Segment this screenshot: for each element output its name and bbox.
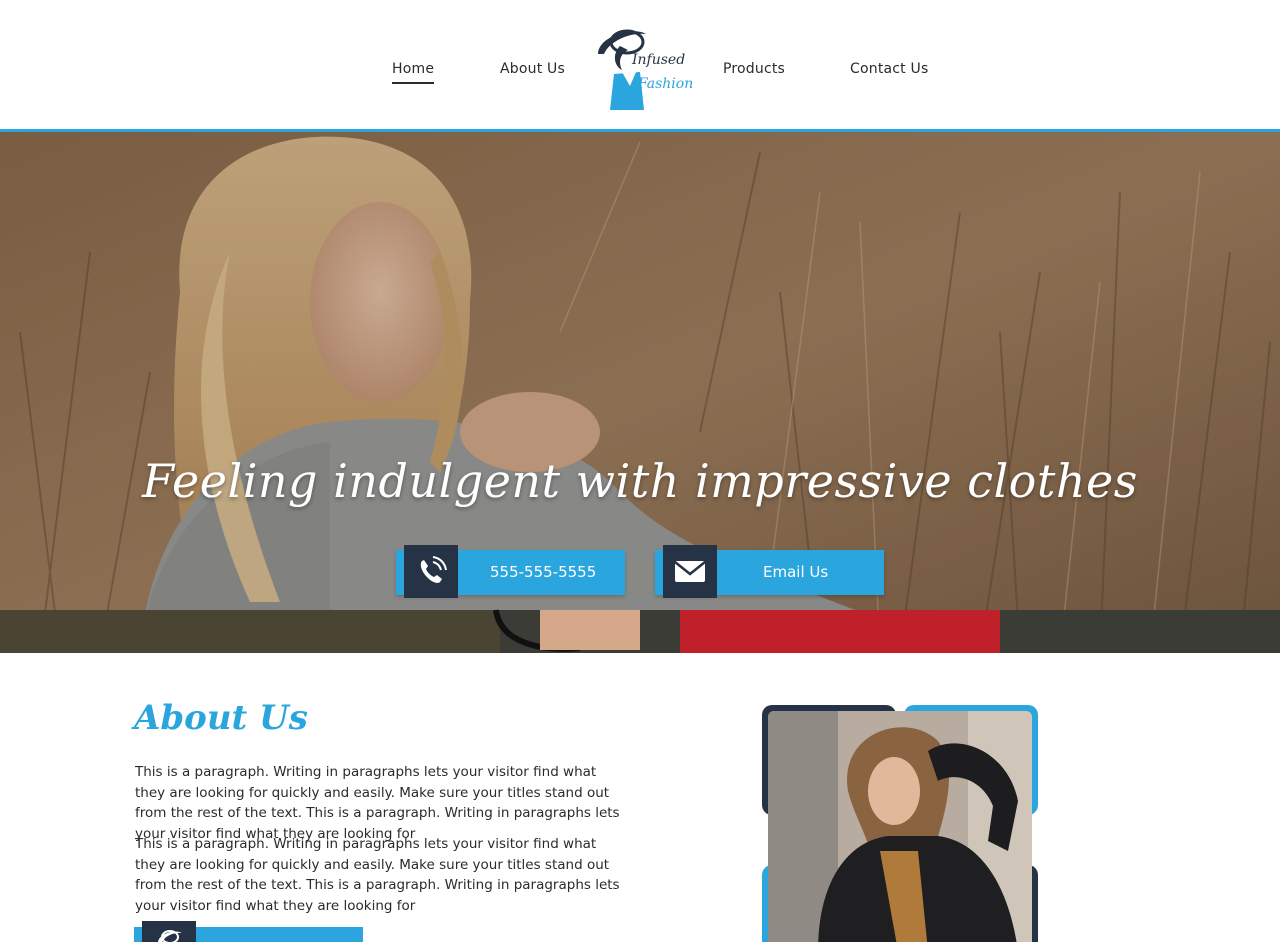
- envelope-icon: [663, 545, 717, 598]
- about-button[interactable]: [134, 921, 363, 942]
- about-photo: [768, 711, 1032, 942]
- email-button[interactable]: Email Us: [655, 545, 884, 598]
- brand-logo[interactable]: Infused Fashion: [592, 24, 694, 114]
- phone-button[interactable]: 555-555-5555: [396, 545, 625, 598]
- about-paragraph-2: This is a paragraph. Writing in paragrap…: [135, 836, 620, 914]
- logo-line1: Infused: [632, 52, 686, 68]
- hero-title: Feeling indulgent with impressive clothe…: [142, 454, 1138, 508]
- site-header: Home About Us Infused Fashion Products C…: [0, 0, 1280, 130]
- phone-icon: [404, 545, 458, 598]
- nav-home[interactable]: Home: [392, 61, 435, 84]
- nav-contact-us[interactable]: Contact Us: [850, 61, 928, 77]
- logo-line2: Fashion: [638, 76, 694, 92]
- about-title: About Us: [134, 698, 308, 738]
- phone-label: 555-555-5555: [490, 563, 597, 581]
- nav-about-us[interactable]: About Us: [500, 61, 565, 77]
- email-label: Email Us: [763, 563, 829, 581]
- hero-banner: Feeling indulgent with impressive clothe…: [0, 132, 1280, 653]
- about-paragraph-1: This is a paragraph. Writing in paragrap…: [135, 764, 620, 842]
- woman-silhouette-icon: [142, 921, 196, 942]
- nav-products[interactable]: Products: [723, 61, 785, 77]
- hero-background-image: [0, 132, 1280, 653]
- woman-silhouette-icon: [598, 29, 646, 110]
